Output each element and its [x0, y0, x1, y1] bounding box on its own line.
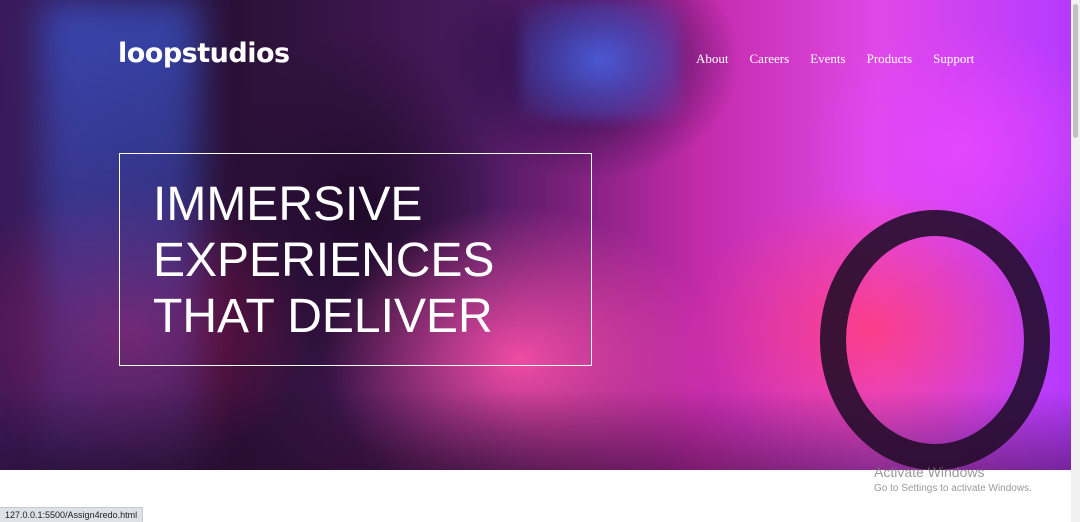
nav-link-support[interactable]: Support — [933, 51, 974, 67]
hero-image-shade — [0, 390, 1071, 470]
main-nav: About Careers Events Products Support — [696, 51, 974, 67]
nav-link-about[interactable]: About — [696, 51, 729, 67]
windows-activation-watermark: Activate Windows Go to Settings to activ… — [874, 464, 1032, 496]
nav-link-careers[interactable]: Careers — [750, 51, 790, 67]
hero-section: loopstudios About Careers Events Product… — [0, 0, 1071, 470]
hero-headline-line-3: THAT DELIVER — [153, 290, 493, 343]
watermark-title: Activate Windows — [874, 464, 985, 480]
hero-headline-line-1: IMMERSIVE — [153, 178, 423, 231]
hero-image-light-top — [520, 0, 680, 120]
browser-viewport: loopstudios About Careers Events Product… — [0, 0, 1080, 522]
hero-headline: IMMERSIVE EXPERIENCES THAT DELIVER — [153, 177, 494, 345]
link-status-bar: 127.0.0.1:5500/Assign4redo.html — [0, 507, 144, 522]
site-logo[interactable]: loopstudios — [118, 38, 290, 69]
nav-link-events[interactable]: Events — [810, 51, 845, 67]
hero-headline-line-2: EXPERIENCES — [153, 234, 495, 287]
hero-headline-box: IMMERSIVE EXPERIENCES THAT DELIVER — [119, 153, 592, 366]
page-scrollbar-thumb[interactable] — [1073, 4, 1078, 138]
nav-link-products[interactable]: Products — [867, 51, 913, 67]
watermark-subtitle: Go to Settings to activate Windows. — [874, 483, 1032, 494]
